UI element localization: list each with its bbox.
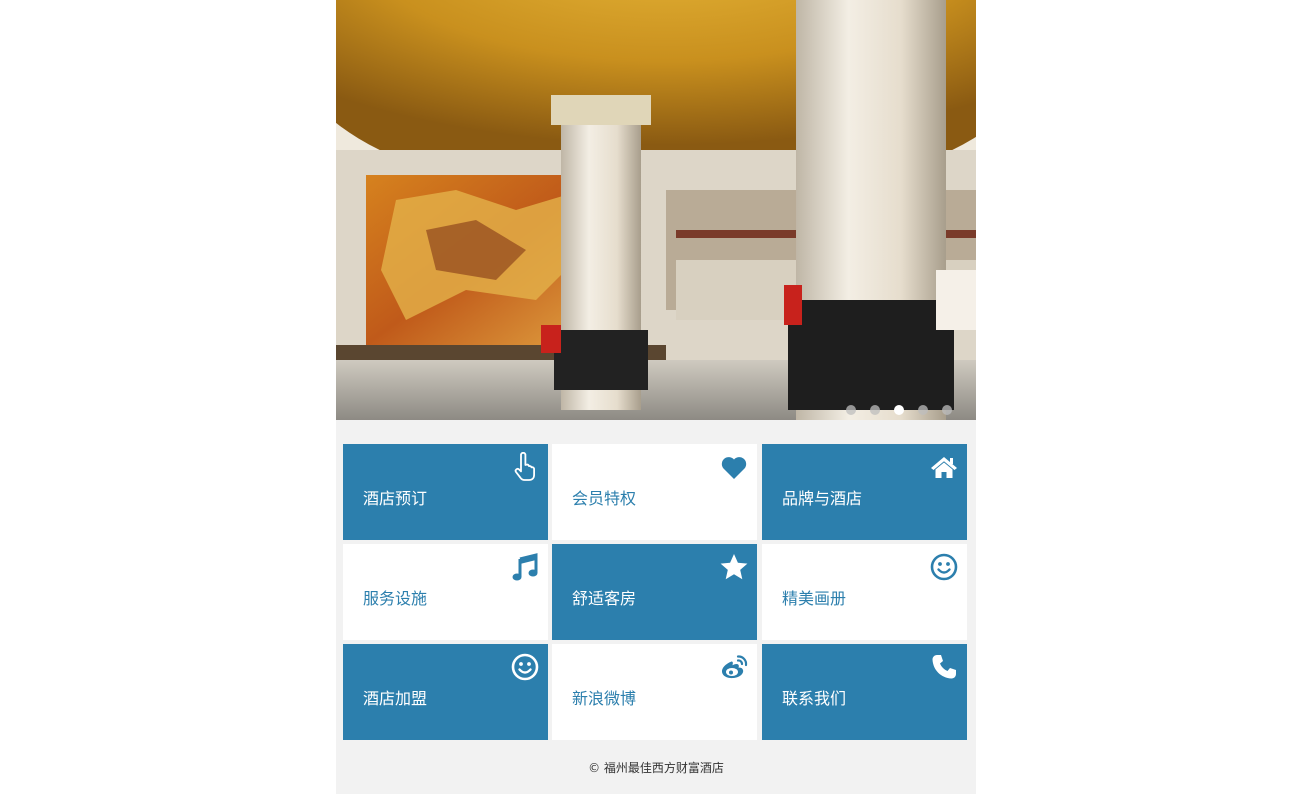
tile-hotel-booking[interactable]: 酒店预订 — [343, 444, 548, 540]
carousel-pagination — [846, 405, 952, 415]
carousel-dot[interactable] — [942, 405, 952, 415]
tile-label: 精美画册 — [782, 589, 847, 608]
weibo-icon — [719, 652, 749, 682]
tile-label: 服务设施 — [363, 589, 428, 608]
tile-label: 联系我们 — [782, 689, 847, 708]
carousel-dot[interactable] — [846, 405, 856, 415]
tile-label: 舒适客房 — [572, 589, 637, 608]
tile-label: 酒店加盟 — [363, 689, 428, 708]
carousel-dot[interactable] — [870, 405, 880, 415]
tile-member-privileges[interactable]: 会员特权 — [552, 444, 757, 540]
carousel-dot[interactable] — [918, 405, 928, 415]
banner-carousel[interactable] — [336, 0, 976, 420]
tile-services-facilities[interactable]: 服务设施 — [343, 544, 548, 640]
smile-icon — [510, 652, 540, 682]
tile-label: 品牌与酒店 — [782, 489, 863, 508]
smile-icon — [929, 552, 959, 582]
heart-icon — [719, 452, 749, 482]
carousel-dot-active[interactable] — [894, 405, 904, 415]
hotel-lobby-image — [336, 0, 976, 420]
tile-label: 新浪微博 — [572, 689, 637, 708]
tile-sina-weibo[interactable]: 新浪微博 — [552, 644, 757, 740]
tile-label: 酒店预订 — [363, 489, 428, 508]
tile-hotel-franchise[interactable]: 酒店加盟 — [343, 644, 548, 740]
tile-photo-album[interactable]: 精美画册 — [762, 544, 967, 640]
star-icon — [719, 552, 749, 582]
tile-contact-us[interactable]: 联系我们 — [762, 644, 967, 740]
hand-pointer-icon — [510, 452, 540, 482]
music-icon — [510, 552, 540, 582]
phone-icon — [929, 652, 959, 682]
copyright-footer: © 福州最佳西方财富酒店 — [588, 761, 724, 775]
home-icon — [929, 452, 959, 482]
menu-grid: 酒店预订 会员特权 品牌与酒店 服务设施 舒适客房 精美画册 酒店加盟 新浪微博… — [343, 444, 968, 740]
tile-brand-hotels[interactable]: 品牌与酒店 — [762, 444, 967, 540]
mobile-page: 酒店预订 会员特权 品牌与酒店 服务设施 舒适客房 精美画册 酒店加盟 新浪微博… — [336, 0, 976, 794]
tile-label: 会员特权 — [572, 489, 637, 508]
tile-comfortable-rooms[interactable]: 舒适客房 — [552, 544, 757, 640]
